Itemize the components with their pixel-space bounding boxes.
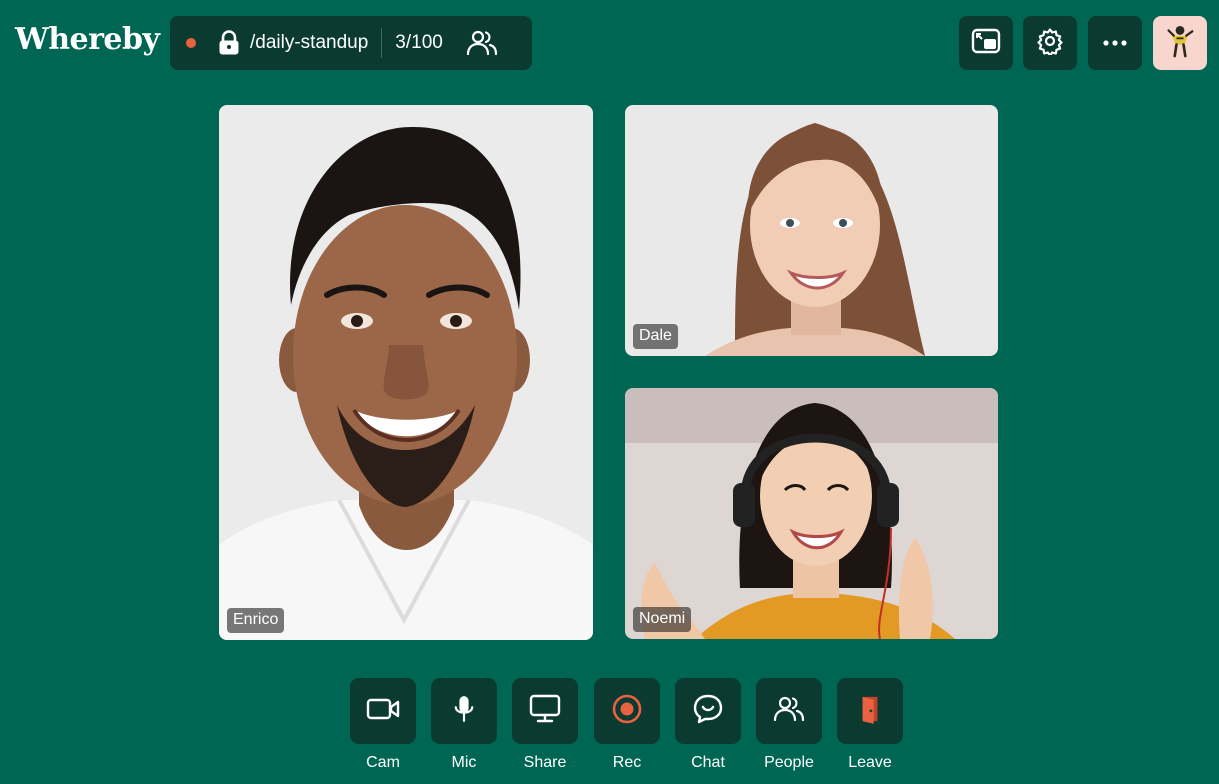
- cam-button[interactable]: [350, 678, 416, 744]
- superhero-character-icon: [1165, 23, 1195, 64]
- chat-button[interactable]: [675, 678, 741, 744]
- share-control: Share: [512, 678, 578, 772]
- microphone-icon: [453, 694, 475, 729]
- participant-video: [625, 105, 998, 356]
- cam-control: Cam: [350, 678, 416, 772]
- more-options-button[interactable]: [1088, 16, 1142, 70]
- record-icon: [611, 693, 643, 730]
- settings-button[interactable]: [1023, 16, 1077, 70]
- cam-label: Cam: [366, 754, 400, 771]
- participant-video: [625, 388, 998, 639]
- room-name: /daily-standup: [250, 32, 369, 53]
- picture-in-picture-button[interactable]: [959, 16, 1013, 70]
- room-info-bar: /daily-standup 3/100: [170, 16, 532, 70]
- participant-name-tag: Dale: [633, 324, 678, 349]
- people-label: People: [764, 754, 814, 771]
- video-tile-enrico[interactable]: Enrico: [219, 105, 593, 640]
- control-bar: Cam Mic Share Rec Chat People Leave: [0, 678, 1219, 784]
- share-button[interactable]: [512, 678, 578, 744]
- leave-button[interactable]: [837, 678, 903, 744]
- people-icon[interactable]: [465, 28, 499, 58]
- video-tile-dale[interactable]: Dale: [625, 105, 998, 356]
- more-horizontal-icon: [1102, 34, 1128, 52]
- user-avatar[interactable]: [1153, 16, 1207, 70]
- video-tile-noemi[interactable]: Noemi: [625, 388, 998, 639]
- people-icon: [772, 694, 806, 729]
- people-control: People: [756, 678, 822, 772]
- chat-control: Chat: [675, 678, 741, 772]
- people-button[interactable]: [756, 678, 822, 744]
- screen-share-icon: [529, 694, 561, 729]
- chat-icon: [692, 693, 724, 730]
- chat-label: Chat: [691, 754, 725, 771]
- divider: [381, 28, 383, 58]
- whereby-logo: Whereby: [15, 22, 160, 57]
- lock-icon[interactable]: [217, 30, 241, 56]
- share-label: Share: [523, 754, 567, 771]
- picture-in-picture-icon: [971, 28, 1001, 59]
- gear-icon: [1036, 27, 1064, 60]
- participant-video: [219, 105, 593, 640]
- leave-control: Leave: [837, 678, 903, 772]
- leave-label: Leave: [848, 754, 892, 771]
- participant-name-tag: Enrico: [227, 608, 285, 633]
- camera-icon: [366, 697, 400, 726]
- live-indicator-dot: [186, 38, 196, 48]
- mic-control: Mic: [431, 678, 497, 772]
- rec-control: Rec: [594, 678, 660, 772]
- participant-name-tag: Noemi: [633, 607, 692, 632]
- leave-door-icon: [857, 694, 883, 729]
- mic-button[interactable]: [431, 678, 497, 744]
- rec-label: Rec: [612, 754, 642, 771]
- rec-button[interactable]: [594, 678, 660, 744]
- participant-count: 3/100: [395, 32, 443, 53]
- mic-label: Mic: [451, 754, 477, 771]
